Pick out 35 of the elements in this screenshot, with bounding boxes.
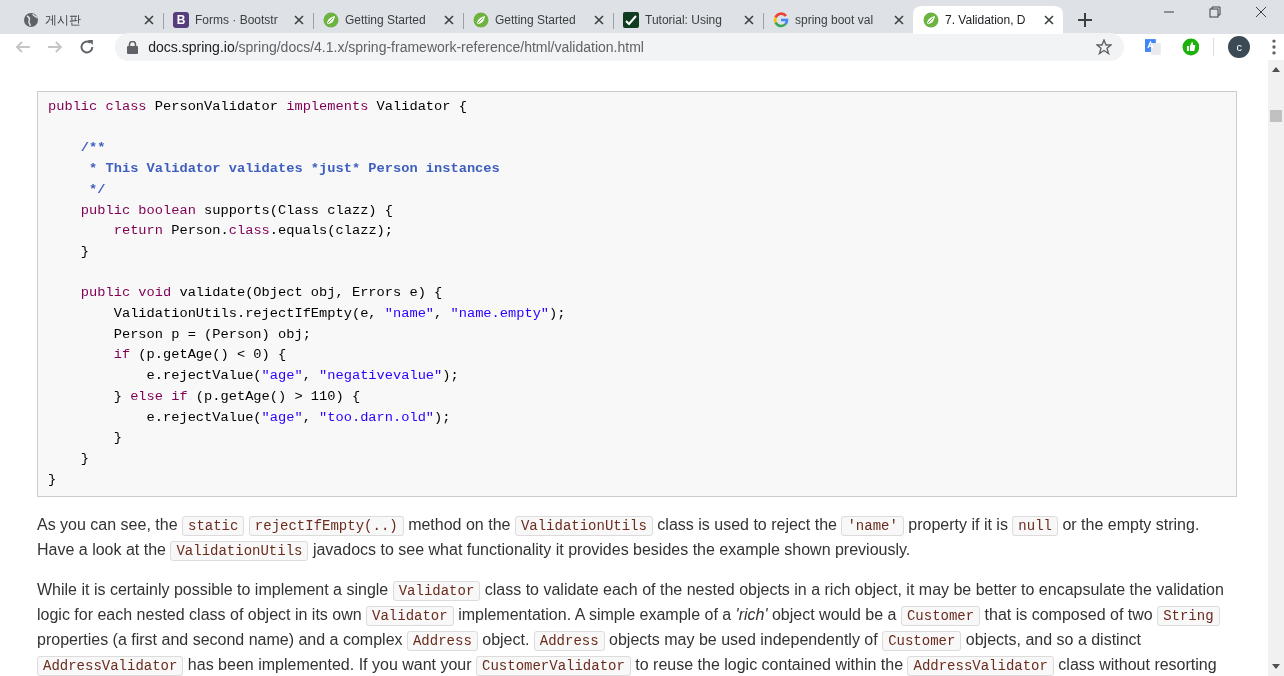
close-icon[interactable] xyxy=(293,14,305,26)
close-icon[interactable] xyxy=(143,14,155,26)
google-icon xyxy=(773,12,789,28)
close-icon[interactable] xyxy=(1255,6,1267,18)
close-icon[interactable] xyxy=(743,14,755,26)
restore-icon[interactable] xyxy=(1209,6,1221,18)
close-icon[interactable] xyxy=(1043,14,1055,26)
translate-icon[interactable] xyxy=(1143,38,1162,56)
menu-icon[interactable] xyxy=(1272,39,1277,55)
lock-icon xyxy=(127,40,139,54)
browser-tab[interactable]: Tutorial: Using xyxy=(613,6,763,34)
close-icon[interactable] xyxy=(443,14,455,26)
browser-tab[interactable]: 7. Validation, D xyxy=(913,6,1063,34)
globe-icon xyxy=(23,12,39,28)
thumbs-up-icon[interactable] xyxy=(1181,38,1200,56)
scrollbar-thumb[interactable] xyxy=(1270,110,1282,122)
new-tab-icon[interactable] xyxy=(1077,12,1093,28)
profile-avatar[interactable]: c xyxy=(1228,36,1251,58)
star-icon[interactable] xyxy=(1095,39,1112,55)
code-block: public class PersonValidator implements Validator { /** * This Validator validates *just* Person instances */ public boolean supports(Class clazz) { return Person.class.equals(clazz); } public void validate(Object obj, Errors e) { ValidationUtils.rejectIfEmpty(e, "name", "name.empty"); Person p = (Person) obj; if (p.getAge() < 0) { e.rejectValue("age", "negativevalue"); } else if (p.getAge() > 110) { e.rejectValue("age", "too.darn.old"); } } } xyxy=(37,91,1237,498)
leaf-icon xyxy=(323,12,339,28)
browser-tab[interactable]: 게시판 xyxy=(13,6,163,34)
browser-tab[interactable]: spring boot val xyxy=(763,6,913,34)
scroll-down-icon[interactable] xyxy=(1272,664,1280,670)
close-icon[interactable] xyxy=(593,14,605,26)
leaf-icon xyxy=(473,12,489,28)
paragraph: While it is certainly possible to implement a single Validator class to validate each of the nested objects in a rich object, it may be better to encapsulate the validation logic for each nested class of object in its own Validator implementation. A simple example of a 'rich' object would be a Customer that is composed of two String properties (a first and second name) and a complex Address object. Address objects may be used independently of Customer objects, and so a distinct AddressValidator has been implemented. If you want your CustomerValidator to reuse the logic contained within the AddressValidator class without resorting xyxy=(37,580,1225,676)
address-field[interactable]: docs.spring.io/spring/docs/4.1.x/spring-framework-reference/html/validation.html xyxy=(115,33,1124,61)
leaf-icon xyxy=(923,12,939,28)
close-icon[interactable] xyxy=(893,14,905,26)
scroll-up-icon[interactable] xyxy=(1272,66,1280,72)
bootstrap-icon: B xyxy=(173,12,189,28)
checkbox-icon xyxy=(623,12,639,28)
scrollbar[interactable] xyxy=(1268,60,1284,676)
paragraph: As you can see, the static rejectIfEmpty(..) method on the ValidationUtils class is used to reject the 'name' property if it is null or the empty string. Have a look at the ValidationUtils javadocs to see what functionality it provides besides the example shown previously. xyxy=(37,515,1201,563)
